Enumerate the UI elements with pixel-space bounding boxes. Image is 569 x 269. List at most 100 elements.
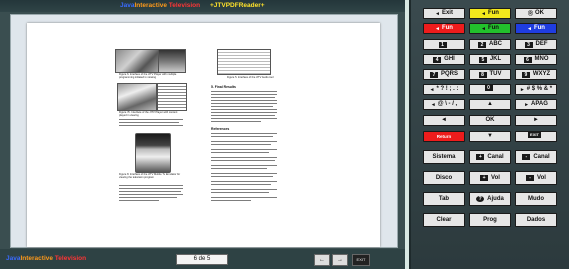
text-line: [211, 94, 277, 96]
key-4-letters: GHI: [444, 56, 455, 62]
text-line: [211, 200, 251, 202]
arrow-right-icon: ►: [533, 117, 539, 123]
key-5-letters: JKL: [489, 56, 502, 62]
figure-caption-4: Figure 8. Interface of the JITV Mobile T…: [119, 173, 181, 179]
text-line: [211, 133, 277, 135]
key-7-button[interactable]: 7 PQRS: [423, 69, 465, 80]
volume-up-label: Vol: [491, 175, 500, 181]
right-button[interactable]: ►: [515, 115, 557, 126]
ok-button[interactable]: OK: [469, 115, 511, 126]
text-line: [211, 181, 277, 183]
arrow-right-icon: →: [337, 257, 343, 263]
disco-button[interactable]: Disco: [423, 171, 465, 185]
text-line: [211, 176, 273, 178]
text-line: [211, 103, 277, 105]
up-button[interactable]: ▲: [469, 99, 511, 110]
remote-control: ◄ Exit ◄ Fun Ⓡ OK ◄ Fun ◄ Fun ◄ Fun 1 2 ABC 3 DE…: [409, 0, 569, 269]
key-6-button[interactable]: 6 MNO: [515, 54, 557, 65]
dados-button[interactable]: Dados: [515, 213, 557, 227]
tv-application: JavaInteractive Television +JTVPDFReader…: [0, 0, 405, 269]
key-5-button[interactable]: 5 JKL: [469, 54, 511, 65]
tv-footer: JavaInteractive Television 6 de 5 ← → EX…: [0, 249, 405, 269]
volume-up-button[interactable]: + Vol: [469, 171, 511, 185]
brand-title: JavaInteractive Television: [120, 0, 200, 12]
text-line: [119, 119, 183, 121]
arrow-left-icon: ◄: [527, 26, 532, 33]
channel-down-button[interactable]: - Canal: [515, 150, 557, 164]
help-button[interactable]: ? Ajuda: [469, 192, 511, 206]
reader-title: +JTVPDFReader+: [210, 2, 265, 9]
channel-up-button[interactable]: + Canal: [469, 150, 511, 164]
arrow-left-icon: ◄: [481, 26, 486, 33]
arrow-left-icon: ◄: [430, 102, 436, 109]
text-line: [119, 197, 177, 199]
power-ok-label: OK: [535, 10, 544, 16]
key-3-button[interactable]: 3 DEF: [515, 39, 557, 50]
return-button[interactable]: Return: [423, 131, 465, 142]
clear-button[interactable]: Clear: [423, 213, 465, 227]
down-button[interactable]: ▼: [469, 131, 511, 142]
key-9-button[interactable]: 9 WXYZ: [515, 69, 557, 80]
text-line: [119, 188, 183, 190]
punctuation-key-button[interactable]: ◄ @ \ - / ,: [423, 99, 465, 110]
volume-down-label: Vol: [537, 175, 546, 181]
symbols-key-label: * ? ! ; . :: [436, 86, 459, 92]
text-line: [211, 97, 275, 99]
key-4-button[interactable]: 4 GHI: [423, 54, 465, 65]
brand-java: Java: [120, 2, 135, 9]
figure-caption-2: Figure 5. Interface of the JITV Audio to…: [227, 76, 274, 79]
text-line: [211, 197, 277, 199]
key-8-number: 8: [478, 71, 487, 78]
special-chars-key-button[interactable]: ► # $ % & *: [515, 84, 557, 95]
text-line: [119, 122, 179, 124]
prog-button[interactable]: Prog: [469, 213, 511, 227]
key-2-button[interactable]: 2 ABC: [469, 39, 511, 50]
key-1-number: 1: [438, 41, 447, 48]
arrow-left-icon: ◄: [441, 117, 447, 123]
arrow-right-icon: ►: [524, 102, 530, 109]
arrow-left-icon: ←: [319, 257, 325, 263]
mute-button[interactable]: Mudo: [515, 192, 557, 206]
next-page-button[interactable]: →: [332, 254, 348, 266]
minus-icon: -: [522, 154, 531, 160]
key-1-button[interactable]: 1: [423, 39, 465, 50]
text-line: [211, 157, 277, 159]
document-viewer[interactable]: Figure 6. Interface of the JITV Player w…: [10, 14, 398, 248]
prev-page-button[interactable]: ←: [314, 254, 330, 266]
delete-button[interactable]: ► APAG: [515, 99, 557, 110]
yellow-fun-button[interactable]: ◄ Fun: [469, 8, 511, 19]
green-fun-button[interactable]: ◄ Fun: [469, 23, 511, 34]
remote-exit-button[interactable]: EXIT: [515, 131, 557, 142]
footer-brand-java: Java: [6, 255, 21, 262]
plus-icon: +: [476, 154, 485, 160]
brand-television: Television: [167, 2, 201, 9]
volume-down-button[interactable]: - Vol: [515, 171, 557, 185]
key-6-letters: MNO: [534, 56, 549, 62]
exit-fun-label: Exit: [441, 10, 453, 16]
power-ok-button[interactable]: Ⓡ OK: [515, 8, 557, 19]
blue-fun-button[interactable]: ◄ Fun: [515, 23, 557, 34]
plus-icon: +: [480, 175, 489, 181]
figure-image-5: [135, 133, 171, 173]
text-line: [211, 109, 277, 111]
symbols-key-button[interactable]: ◄ * ? ! ; . :: [423, 84, 465, 95]
key-7-number: 7: [429, 71, 438, 78]
exit-fun-button[interactable]: ◄ Exit: [423, 8, 465, 19]
key-8-button[interactable]: 8 TUV: [469, 69, 511, 80]
key-0-button[interactable]: 0: [469, 84, 511, 95]
figure-image-1: [115, 49, 159, 73]
text-line: [211, 168, 267, 170]
arrow-left-icon: ◄: [429, 87, 435, 94]
text-line: [211, 136, 273, 138]
tab-button[interactable]: Tab: [423, 192, 465, 206]
red-fun-button[interactable]: ◄ Fun: [423, 23, 465, 34]
sistema-button[interactable]: Sistema: [423, 150, 465, 164]
left-button[interactable]: ◄: [423, 115, 465, 126]
arrow-left-icon: ◄: [435, 26, 440, 33]
key-0-number: 0: [484, 85, 493, 92]
text-line: [211, 184, 271, 186]
text-line: [211, 152, 269, 154]
document-page: Figure 6. Interface of the JITV Player w…: [27, 23, 380, 247]
help-label: Ajuda: [487, 196, 504, 202]
exit-button[interactable]: EXIT: [352, 254, 370, 266]
